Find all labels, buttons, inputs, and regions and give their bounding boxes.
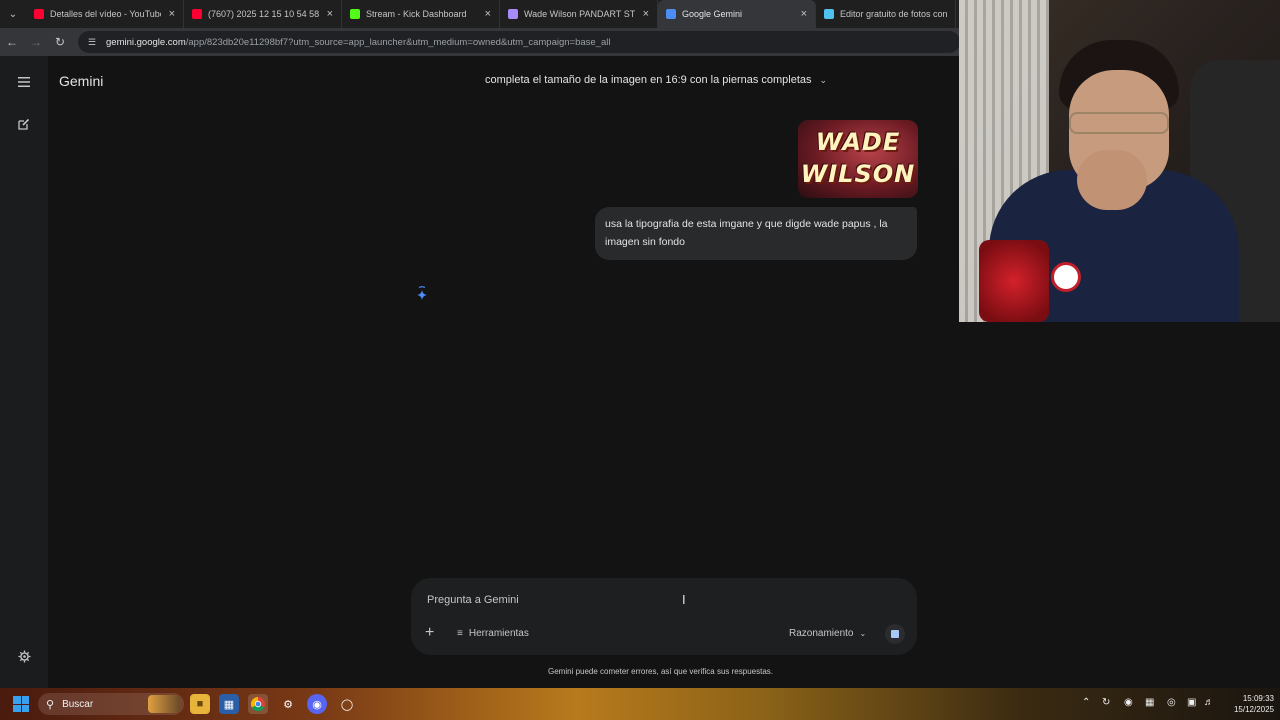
browser-tab[interactable]: Google Gemini × [658,0,816,28]
clock-time: 15:09:33 [1242,694,1274,703]
browser-tab[interactable]: (7607) 2025 12 15 10 54 58 - Yo × [184,0,342,28]
tab-title: Wade Wilson PANDART STUDIO [524,9,635,19]
tab-title: (7607) 2025 12 15 10 54 58 - Yo [208,9,319,19]
add-attachment-plus-icon[interactable]: + [425,625,439,641]
gemini-loading-spark-icon [417,286,427,300]
mode-label: Razonamiento [789,628,854,639]
app-tray-icon[interactable]: ▦ [1145,697,1154,708]
settings-gear-icon[interactable] [14,646,34,666]
tools-button[interactable]: ≡ Herramientas [457,628,529,639]
close-tab-icon[interactable]: × [169,8,175,20]
browser-tab[interactable]: Detalles del vídeo - YouTube St × [26,0,184,28]
stop-generation-button[interactable] [885,624,905,644]
windows-taskbar: ⚲ Buscar ■ ▦ ⚙ ◉ ◯ ⌃ ↻ ◉ ▦ ◎ ▣ ♬ 15:09:3… [0,688,1280,720]
forward-arrow-icon[interactable]: → [24,28,48,56]
conversation-title-dropdown[interactable]: completa el tamaño de la imagen en 16:9 … [485,74,827,86]
editor-icon [824,9,834,19]
system-clock[interactable]: 15:09:33 15/12/2025 [1222,693,1274,715]
taskbar-search-label: Buscar [62,698,94,710]
show-hidden-icons-chevron-icon[interactable]: ⌃ [1082,697,1090,708]
webcam-person-hand [1077,150,1147,210]
youtube-icon [192,9,202,19]
uploaded-image-text-line2: WILSON [800,160,916,188]
microphone-icon[interactable]: ◎ [1167,697,1176,708]
stop-square-icon [891,630,899,638]
taskbar-search-box[interactable]: ⚲ Buscar [38,693,184,715]
tab-search-chevron-icon[interactable]: ⌄ [0,0,26,28]
obs-icon[interactable]: ◯ [337,694,357,714]
conversation-title: completa el tamaño de la imagen en 16:9 … [485,74,812,86]
close-tab-icon[interactable]: × [643,8,649,20]
sync-icon[interactable]: ↻ [1102,697,1110,708]
user-message: usa la tipografia de esta imgane y que d… [595,207,917,260]
browser-tab[interactable]: Wade Wilson PANDART STUDIO × [500,0,658,28]
webcam-red-bottle [979,240,1049,322]
uploaded-image-text-line1: WADE [815,128,901,156]
discord-icon[interactable]: ◉ [307,694,327,714]
url-host: gemini.google.com [106,36,186,48]
gemini-icon [666,9,676,19]
search-highlight-image [148,695,180,713]
side-navigation [0,56,48,688]
webcam-person-glasses [1069,112,1169,134]
kick-icon [350,9,360,19]
text-cursor-icon: I [682,592,686,607]
chevron-down-icon: ⌄ [819,74,828,85]
browser-tab-strip: ⌄ Detalles del vídeo - YouTube St×(7607)… [0,0,960,28]
webcam-overlay [959,0,1280,322]
reload-icon[interactable]: ↻ [48,28,72,56]
webcam-shirt-crest [1051,262,1081,292]
close-tab-icon[interactable]: × [485,8,491,20]
network-icon[interactable]: ▣ [1187,697,1196,708]
tools-label: Herramientas [468,628,529,639]
model-mode-selector[interactable]: Razonamiento ⌄ [789,628,866,639]
chrome-icon[interactable] [248,694,268,714]
clock-date: 15/12/2025 [1233,705,1274,714]
disclaimer-text: Gemini puede cometer errores, así que ve… [548,667,773,676]
back-arrow-icon[interactable]: ← [0,28,24,56]
tools-sliders-icon: ≡ [457,628,463,639]
site-info-icon[interactable]: ☰ [88,37,98,47]
tab-title: Google Gemini [682,9,743,19]
uploaded-image[interactable]: WADE WILSON [798,120,918,198]
gemini-brand[interactable]: Gemini [59,73,103,89]
file-explorer-icon[interactable]: ■ [190,694,210,714]
url-path: /app/823db20e11298bf7?utm_source=app_lau… [185,36,611,48]
close-tab-icon[interactable]: × [801,8,807,20]
new-chat-icon[interactable] [14,114,34,134]
windows-start-icon[interactable] [13,696,29,712]
prompt-input[interactable]: Pregunta a Gemini [427,594,519,606]
address-bar[interactable]: ☰ gemini.google.com/app/823db20e11298bf7… [78,31,960,53]
browser-toolbar: ← → ↻ ☰ gemini.google.com/app/823db20e11… [0,28,960,56]
browser-tab[interactable]: Editor gratuito de fotos con IA [816,0,956,28]
steam-icon[interactable]: ⚙ [278,694,298,714]
menu-icon[interactable] [14,72,34,92]
search-icon: ⚲ [46,698,55,711]
microsoft-store-icon[interactable]: ▦ [219,694,239,714]
chevron-down-icon: ⌄ [859,629,867,638]
tab-title: Detalles del vídeo - YouTube St [50,9,161,19]
volume-icon[interactable]: ♬ [1204,697,1214,708]
discord-tray-icon[interactable]: ◉ [1124,697,1133,708]
tab-title: Stream - Kick Dashboard [366,9,467,19]
close-tab-icon[interactable]: × [327,8,333,20]
browser-tab[interactable]: Stream - Kick Dashboard × [342,0,500,28]
prompt-composer: Pregunta a Gemini + ≡ Herramientas Razon… [411,578,917,655]
youtube-icon [34,9,44,19]
gem-icon [508,9,518,19]
tab-title: Editor gratuito de fotos con IA [840,9,947,19]
